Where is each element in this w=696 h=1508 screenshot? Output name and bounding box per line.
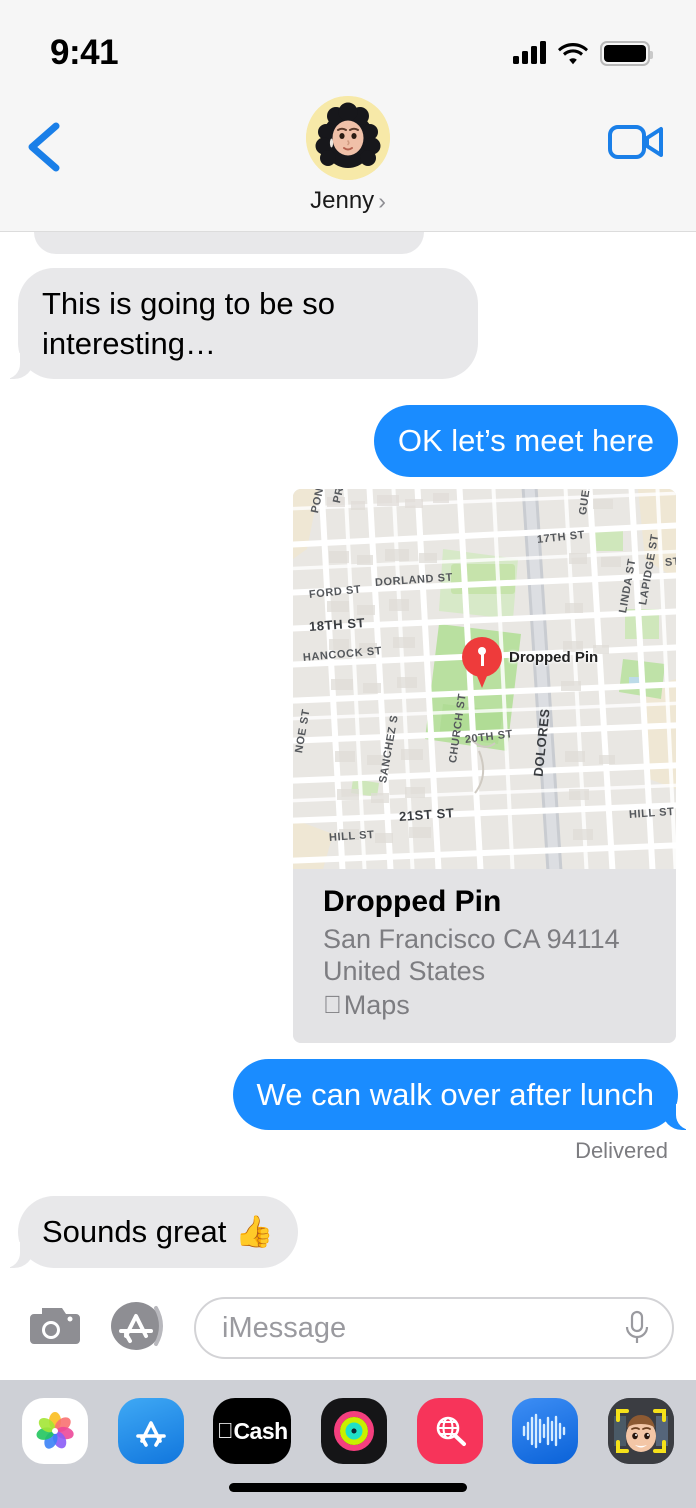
back-button[interactable] — [22, 120, 72, 174]
camera-button[interactable] — [22, 1302, 82, 1355]
app-drawer-item-apple-cash[interactable]:  Cash — [213, 1398, 292, 1464]
app-drawer-item-photos[interactable] — [22, 1398, 88, 1464]
map-pin-label: Dropped Pin — [509, 649, 599, 667]
app-store-icon — [135, 1421, 166, 1447]
map-image[interactable]: POND STPROSPER STFORD STDORLAND ST17TH S… — [293, 489, 676, 870]
status-bar-indicators — [513, 40, 653, 66]
camera-icon — [30, 1307, 80, 1344]
compose-bar: iMessage — [0, 1276, 696, 1380]
apple-logo-icon:  — [217, 1418, 234, 1444]
contact-header-button[interactable]: Jenny › — [306, 96, 390, 215]
status-bar-time: 9:41 — [50, 33, 119, 72]
message-bubble-outgoing-2[interactable]: We can walk over after lunch — [232, 1058, 692, 1131]
app-drawer-item-images[interactable] — [416, 1398, 483, 1464]
microphone-icon[interactable] — [624, 1309, 650, 1347]
apple-logo-icon:  — [323, 991, 342, 1020]
message-row-map: POND STPROSPER STFORD STDORLAND ST17TH S… — [18, 489, 678, 1043]
photos-icon — [36, 1412, 74, 1449]
app-drawer-item-digital-touch[interactable] — [512, 1398, 579, 1464]
map-card-title: Dropped Pin — [323, 885, 502, 919]
message-bubble-incoming[interactable]: This is going to be so interesting… — [5, 268, 478, 380]
imessage-placeholder: iMessage — [222, 1311, 347, 1344]
memoji-icon — [607, 1398, 674, 1464]
chevron-right-icon: › — [378, 187, 386, 214]
cellular-signal-icon — [513, 41, 546, 64]
map-street-label: ST — [664, 555, 676, 569]
facetime-button[interactable] — [608, 122, 664, 168]
app-store-button[interactable] — [108, 1298, 168, 1359]
messages-app-screen: 9:41 Jenny › This is going to be so inte… — [0, 0, 696, 1508]
message-row-incoming-2: Sounds great 👍 — [5, 1196, 678, 1269]
conversation-header: Jenny › — [0, 92, 696, 232]
video-camera-icon — [608, 125, 663, 159]
map-card-address-line2: United States — [323, 956, 486, 987]
message-bubble-partial — [34, 232, 424, 254]
apple-cash-label: Cash — [225, 1417, 288, 1444]
app-drawer-item-app-store[interactable] — [117, 1398, 184, 1464]
message-row-incoming: This is going to be so interesting… — [5, 268, 678, 380]
app-drawer-item-memoji[interactable] — [607, 1398, 674, 1464]
app-drawer-item-activity[interactable] — [320, 1398, 387, 1464]
message-row-outgoing: OK let’s meet here — [18, 405, 678, 478]
wifi-icon — [558, 42, 588, 64]
images-search-icon — [436, 1416, 466, 1446]
map-pin-icon[interactable] — [462, 637, 502, 678]
app-store-icon — [111, 1301, 163, 1350]
activity-rings-icon — [333, 1411, 374, 1451]
battery-full-icon — [600, 40, 653, 66]
map-card-source:  Maps — [323, 990, 646, 1021]
message-bubble-incoming-2[interactable]: Sounds great 👍 — [5, 1196, 298, 1269]
message-bubble-outgoing[interactable]: OK let’s meet here — [373, 405, 678, 478]
message-thread[interactable]: This is going to be so interesting… OK l… — [0, 232, 696, 1276]
delivery-status: Delivered — [575, 1138, 668, 1164]
imessage-input-field[interactable]: iMessage — [194, 1297, 674, 1359]
map-card-address-line1: San Francisco CA 94114 — [323, 924, 620, 955]
contact-name: Jenny — [310, 187, 375, 214]
digital-touch-icon — [523, 1413, 566, 1449]
map-location-card[interactable]: POND STPROSPER STFORD STDORLAND ST17TH S… — [293, 489, 676, 1043]
avatar — [306, 96, 390, 180]
status-bar: 9:41 — [0, 0, 696, 92]
message-row-outgoing-2: We can walk over after lunch — [18, 1058, 692, 1131]
map-card-details: Dropped Pin San Francisco CA 94114 Unite… — [293, 869, 676, 1043]
map-card-source-label: Maps — [325, 989, 410, 1020]
chevron-left-icon — [28, 122, 60, 172]
memoji-avatar-icon — [306, 96, 390, 180]
home-indicator — [229, 1483, 467, 1492]
